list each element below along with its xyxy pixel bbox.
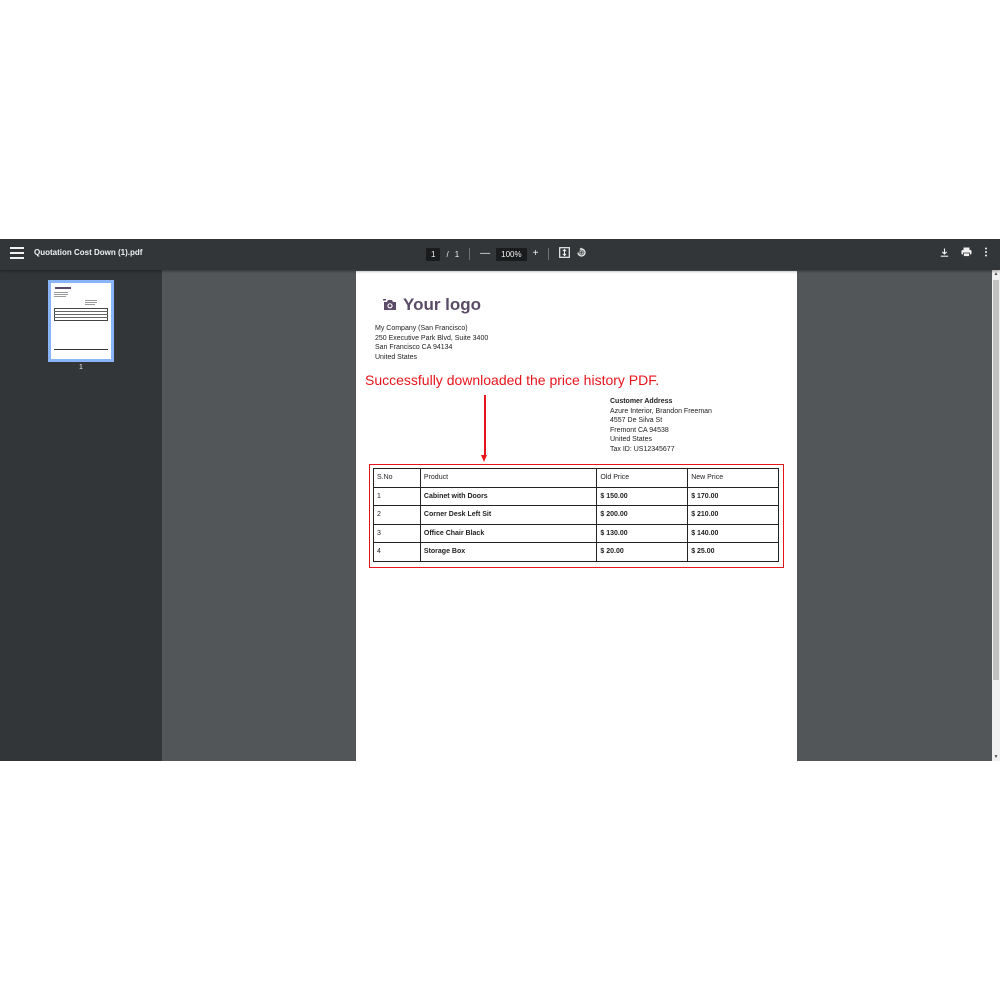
scroll-down-arrow-icon[interactable]: ▼ <box>992 754 1000 760</box>
customer-address: Customer Address Azure Interior, Brandon… <box>610 397 712 454</box>
cell-new-price: $ 25.00 <box>687 542 779 562</box>
page-total: 1 <box>454 249 460 259</box>
page-number-input[interactable]: 1 <box>426 247 441 261</box>
logo-text: Your logo <box>403 295 482 314</box>
pdf-toolbar: Quotation Cost Down (1).pdf 1 / 1 — 100%… <box>0 239 1000 270</box>
customer-line: Azure Interior, Brandon Freeman <box>610 407 712 415</box>
table-row: 3 Office Chair Black $ 130.00 $ 140.00 <box>373 523 779 543</box>
cell-sno: 4 <box>373 542 421 562</box>
cell-new-price: $ 170.00 <box>687 486 779 506</box>
cell-new-price: $ 210.00 <box>687 505 779 525</box>
toolbar-actions <box>940 247 988 260</box>
cell-sno: 2 <box>373 505 421 525</box>
scroll-up-arrow-icon[interactable]: ▲ <box>992 271 1000 277</box>
cell-old-price: $ 20.00 <box>596 542 689 562</box>
scrollbar-thumb[interactable] <box>993 280 999 680</box>
page-separator: / <box>446 249 449 259</box>
customer-line: Tax ID: US12345677 <box>610 445 675 453</box>
customer-line: United States <box>610 436 653 443</box>
customer-heading: Customer Address <box>610 398 673 405</box>
download-icon[interactable] <box>940 248 949 260</box>
cell-old-price: $ 150.00 <box>596 486 689 506</box>
zoom-in-button[interactable]: + <box>533 249 539 259</box>
company-line: San Francisco CA 94134 <box>375 344 453 351</box>
thumbnail-sidebar: 1 <box>0 270 162 761</box>
success-annotation: Successfully downloaded the price histor… <box>365 372 660 388</box>
toolbar-divider <box>469 248 471 260</box>
fit-page-icon[interactable] <box>559 247 571 261</box>
more-options-icon[interactable] <box>984 247 988 260</box>
column-header: Product <box>419 468 598 488</box>
company-line: My Company (San Francisco) <box>375 325 468 332</box>
column-header: New Price <box>687 468 779 488</box>
zoom-input[interactable]: 100% <box>496 247 527 261</box>
price-history-table: S.No Product Old Price New Price 1 Cabin… <box>373 468 779 562</box>
company-logo: Your logo <box>383 295 481 315</box>
company-address: My Company (San Francisco) 250 Executive… <box>375 324 488 362</box>
toolbar-divider <box>548 248 550 260</box>
menu-icon[interactable] <box>10 247 24 261</box>
table-row: 1 Cabinet with Doors $ 150.00 $ 170.00 <box>373 486 779 506</box>
cell-old-price: $ 130.00 <box>596 523 689 543</box>
pdf-page: Your logo My Company (San Francisco) 250… <box>356 271 797 761</box>
pdf-viewer: Quotation Cost Down (1).pdf 1 / 1 — 100%… <box>0 239 1000 761</box>
zoom-out-button[interactable]: — <box>480 249 490 259</box>
cell-product: Corner Desk Left Sit <box>419 505 598 525</box>
table-row: 2 Corner Desk Left Sit $ 200.00 $ 210.00 <box>373 505 779 525</box>
cell-sno: 3 <box>373 523 421 543</box>
table-header-row: S.No Product Old Price New Price <box>373 468 779 488</box>
page-thumbnail[interactable] <box>48 280 114 362</box>
customer-line: 4557 De Silva St <box>610 417 663 424</box>
customer-line: Fremont CA 94538 <box>610 426 669 434</box>
vertical-scrollbar[interactable]: ▲ ▼ <box>992 270 1000 761</box>
cell-product: Office Chair Black <box>419 523 598 543</box>
camera-icon <box>383 299 396 310</box>
table-row: 4 Storage Box $ 20.00 $ 25.00 <box>373 542 779 562</box>
cell-old-price: $ 200.00 <box>596 505 689 525</box>
cell-new-price: $ 140.00 <box>687 523 779 543</box>
column-header: Old Price <box>596 468 689 488</box>
rotate-icon[interactable] <box>576 247 587 261</box>
cell-product: Storage Box <box>419 542 598 562</box>
column-header: S.No <box>373 468 421 488</box>
page-controls: 1 / 1 — 100% + <box>426 246 587 262</box>
annotation-arrow <box>484 395 486 457</box>
company-line: 250 Executive Park Blvd, Suite 3400 <box>375 334 489 342</box>
annotation-arrow-head <box>481 455 487 462</box>
cell-sno: 1 <box>373 486 421 506</box>
thumbnail-page-number: 1 <box>79 364 83 371</box>
company-line: United States <box>375 353 418 361</box>
print-icon[interactable] <box>961 247 972 260</box>
cell-product: Cabinet with Doors <box>419 486 598 506</box>
document-title: Quotation Cost Down (1).pdf <box>34 248 143 257</box>
